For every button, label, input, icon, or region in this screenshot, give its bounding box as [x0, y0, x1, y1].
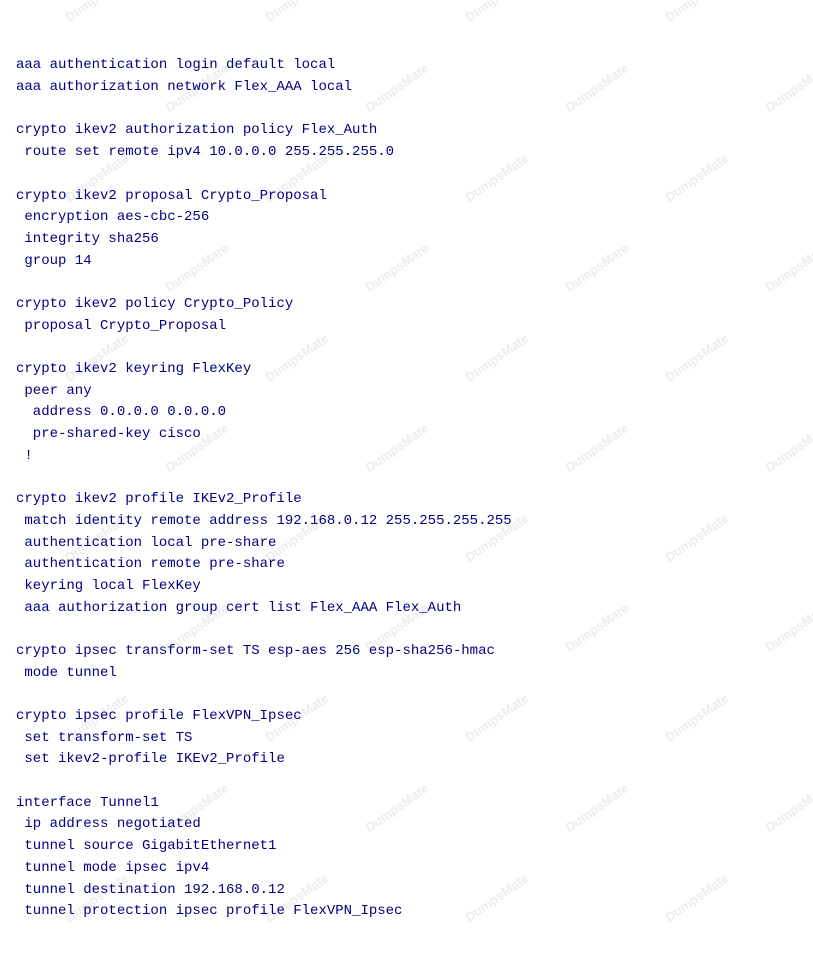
code-line: pre-shared-key cisco — [16, 424, 797, 446]
code-line: integrity sha256 — [16, 229, 797, 251]
code-line: crypto ikev2 proposal Crypto_Proposal — [16, 186, 797, 208]
code-line: tunnel mode ipsec ipv4 — [16, 858, 797, 880]
code-line: proposal Crypto_Proposal — [16, 316, 797, 338]
code-block: aaa authentication login default localaa… — [16, 12, 797, 923]
code-line: crypto ikev2 policy Crypto_Policy — [16, 294, 797, 316]
code-line: aaa authorization network Flex_AAA local — [16, 77, 797, 99]
code-line — [16, 164, 797, 186]
code-line: route set remote ipv4 10.0.0.0 255.255.2… — [16, 142, 797, 164]
code-line — [16, 619, 797, 641]
code-line: aaa authentication login default local — [16, 55, 797, 77]
code-line — [16, 684, 797, 706]
code-line: keyring local FlexKey — [16, 576, 797, 598]
code-line: set transform-set TS — [16, 728, 797, 750]
code-line: crypto ipsec profile FlexVPN_Ipsec — [16, 706, 797, 728]
code-line: ! — [16, 446, 797, 468]
code-container: DumpsMate DumpsMate DumpsMate DumpsMate … — [0, 0, 813, 957]
code-line: crypto ikev2 authorization policy Flex_A… — [16, 120, 797, 142]
code-line: mode tunnel — [16, 663, 797, 685]
code-line: address 0.0.0.0 0.0.0.0 — [16, 402, 797, 424]
code-line: crypto ikev2 keyring FlexKey — [16, 359, 797, 381]
code-line: authentication remote pre-share — [16, 554, 797, 576]
code-line: encryption aes-cbc-256 — [16, 207, 797, 229]
code-line — [16, 771, 797, 793]
code-line: aaa authorization group cert list Flex_A… — [16, 598, 797, 620]
code-line: tunnel source GigabitEthernet1 — [16, 836, 797, 858]
code-line: tunnel destination 192.168.0.12 — [16, 880, 797, 902]
code-line: set ikev2-profile IKEv2_Profile — [16, 749, 797, 771]
code-line: authentication local pre-share — [16, 533, 797, 555]
code-line — [16, 337, 797, 359]
code-line: crypto ikev2 profile IKEv2_Profile — [16, 489, 797, 511]
code-line: tunnel protection ipsec profile FlexVPN_… — [16, 901, 797, 923]
code-line: ip address negotiated — [16, 814, 797, 836]
code-line — [16, 99, 797, 121]
code-line — [16, 272, 797, 294]
code-line: crypto ipsec transform-set TS esp-aes 25… — [16, 641, 797, 663]
code-line: peer any — [16, 381, 797, 403]
code-line: match identity remote address 192.168.0.… — [16, 511, 797, 533]
code-line: interface Tunnel1 — [16, 793, 797, 815]
code-line: group 14 — [16, 251, 797, 273]
code-line — [16, 467, 797, 489]
